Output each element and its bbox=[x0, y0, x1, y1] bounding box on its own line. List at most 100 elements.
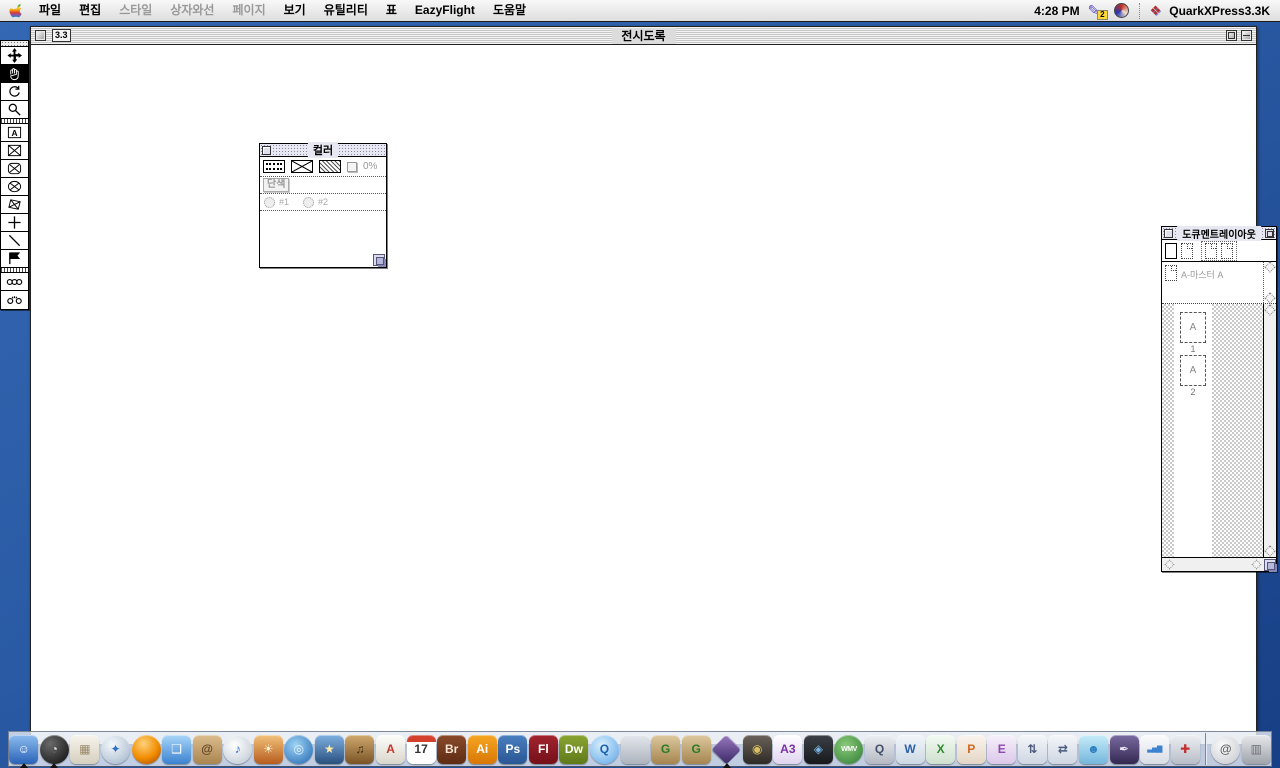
shade-popup-icon[interactable] bbox=[347, 162, 357, 172]
dock-item-adobe-dreamweaver[interactable]: Dw bbox=[559, 732, 589, 766]
item-tool[interactable] bbox=[1, 47, 28, 65]
input-method-menu[interactable]: ✎ 2 bbox=[1088, 2, 1106, 20]
dock-item-ms-excel[interactable]: X bbox=[926, 732, 956, 766]
dock-item-idvd[interactable]: ◎ bbox=[284, 732, 314, 766]
dock-item-messenger[interactable]: ☻ bbox=[1079, 732, 1109, 766]
frame-color-icon[interactable] bbox=[263, 160, 285, 173]
dock-item-a3-app[interactable]: A3 bbox=[773, 732, 803, 766]
dock-item-address-book[interactable]: @ bbox=[192, 732, 222, 766]
dock-item-ms-powerpoint[interactable]: P bbox=[956, 732, 986, 766]
rotation-tool[interactable] bbox=[1, 83, 28, 101]
dock-item-adobe-illustrator[interactable]: Ai bbox=[467, 732, 497, 766]
dock-item-dashboard[interactable]: ◔ bbox=[40, 732, 70, 766]
blend-radio-2[interactable] bbox=[303, 197, 314, 208]
dock-item-finder[interactable]: ☺ bbox=[9, 732, 39, 766]
unlinking-tool[interactable] bbox=[1, 291, 28, 309]
dock-item-camera-app[interactable]: ◈ bbox=[804, 732, 834, 766]
dock-item-classic-emulator-1[interactable]: G bbox=[651, 732, 681, 766]
window-title-bar[interactable]: 3.3 전시도록 bbox=[31, 27, 1256, 45]
flag-tool[interactable] bbox=[1, 250, 28, 268]
page-icon-1[interactable]: A bbox=[1180, 312, 1206, 343]
dock-item-trash[interactable]: ▥ bbox=[1241, 732, 1271, 766]
master-a-page-icon[interactable] bbox=[1165, 265, 1177, 281]
color-list[interactable] bbox=[260, 211, 386, 267]
dock-item-ical[interactable]: 17 bbox=[406, 732, 436, 766]
dock-item-classic-emulator-2[interactable]: G bbox=[681, 732, 711, 766]
dock-item-developer-tools[interactable]: ✚ bbox=[1170, 732, 1200, 766]
scroll-down-icon[interactable] bbox=[1264, 292, 1275, 303]
dock-item-mail-stamp[interactable]: @ bbox=[1211, 732, 1241, 766]
dock-item-preview[interactable]: ▦ bbox=[70, 732, 100, 766]
dock-item-wmv-player[interactable]: WMV bbox=[834, 732, 864, 766]
dock-item-iphoto[interactable]: ☀ bbox=[254, 732, 284, 766]
dock-item-itunes[interactable]: ♪ bbox=[223, 732, 253, 766]
dock-item-file-converter-2[interactable]: ⇄ bbox=[1048, 732, 1078, 766]
close-box[interactable] bbox=[35, 30, 46, 41]
menu-item-5[interactable]: 보기 bbox=[275, 0, 315, 21]
scroll-left-icon[interactable] bbox=[1165, 560, 1175, 570]
blank-facing-page-icon[interactable] bbox=[1181, 243, 1193, 259]
active-app-menu[interactable]: QuarkXPress3.3K bbox=[1169, 4, 1270, 18]
scroll-up-icon[interactable] bbox=[1264, 304, 1275, 315]
linking-tool[interactable] bbox=[1, 273, 28, 291]
background-color-icon[interactable] bbox=[319, 160, 341, 173]
scroll-right-icon[interactable] bbox=[1252, 560, 1262, 570]
polygon-picture-box-tool[interactable] bbox=[1, 196, 28, 214]
rect-picture-box-tool[interactable] bbox=[1, 142, 28, 160]
dock-item-ichat[interactable]: ❑ bbox=[162, 732, 192, 766]
oval-picture-box-tool[interactable] bbox=[1, 178, 28, 196]
dock-item-quicktime[interactable]: Q bbox=[590, 732, 620, 766]
dock-item-adobe-photoshop[interactable]: Ps bbox=[498, 732, 528, 766]
master-a-name[interactable]: A-마스터 A bbox=[1181, 268, 1223, 281]
dock-item-chart-app[interactable]: ▃▅▇ bbox=[1140, 732, 1170, 766]
dock-item-film-reel-app[interactable]: ◉ bbox=[743, 732, 773, 766]
menu-item-6[interactable]: 유틸리티 bbox=[315, 0, 377, 21]
collapse-box[interactable] bbox=[1241, 30, 1252, 41]
content-tool[interactable] bbox=[1, 65, 28, 83]
diagonal-line-tool[interactable] bbox=[1, 232, 28, 250]
zoom-tool[interactable] bbox=[1, 101, 28, 119]
menu-item-1[interactable]: 편집 bbox=[70, 0, 110, 21]
menu-item-9[interactable]: 도움말 bbox=[484, 0, 535, 21]
dock-item-file-converter-1[interactable]: ⇅ bbox=[1018, 732, 1048, 766]
dock-item-emulator-diamond[interactable] bbox=[712, 732, 742, 766]
layout-zoom-box[interactable] bbox=[1265, 229, 1274, 238]
application-switcher-icon[interactable] bbox=[1114, 3, 1129, 18]
dock-item-ink-app[interactable]: ✒ bbox=[1109, 732, 1139, 766]
zoom-box[interactable] bbox=[1226, 30, 1237, 41]
dock-item-safari[interactable]: ✦ bbox=[101, 732, 131, 766]
layout-close-box[interactable] bbox=[1164, 229, 1173, 238]
scroll-down-icon[interactable] bbox=[1264, 545, 1275, 556]
menu-item-7[interactable]: 표 bbox=[377, 0, 406, 21]
dock-item-apple-gray-app[interactable] bbox=[620, 732, 650, 766]
dock-item-garageband[interactable]: ♫ bbox=[345, 732, 375, 766]
layout-palette-title-bar[interactable]: 도큐멘트레이아웃 bbox=[1162, 227, 1276, 240]
menu-clock[interactable]: 4:28 PM bbox=[1034, 4, 1079, 18]
master-page-icon-2[interactable] bbox=[1221, 243, 1233, 259]
page-icon-2[interactable]: A bbox=[1180, 355, 1206, 386]
colors-resize-grip[interactable] bbox=[373, 254, 385, 266]
textbox-tool[interactable]: A bbox=[1, 124, 28, 142]
colors-close-box[interactable] bbox=[262, 146, 271, 155]
dock-item-ms-entourage[interactable]: E bbox=[987, 732, 1017, 766]
dock-item-quarkxpress[interactable]: Q bbox=[865, 732, 895, 766]
blank-page-icon[interactable] bbox=[1165, 243, 1177, 259]
contents-color-icon[interactable] bbox=[291, 160, 313, 173]
apple-menu[interactable] bbox=[0, 3, 30, 18]
dock-item-adobe-bridge[interactable]: Br bbox=[437, 732, 467, 766]
orthogonal-line-tool[interactable] bbox=[1, 214, 28, 232]
colors-palette-title-bar[interactable]: 컬러 bbox=[260, 144, 386, 157]
master-page-icon-1[interactable] bbox=[1205, 243, 1217, 259]
dock-item-imovie[interactable]: ★ bbox=[315, 732, 345, 766]
layout-resize-grip[interactable] bbox=[1264, 559, 1276, 571]
dock-item-ms-word[interactable]: W bbox=[895, 732, 925, 766]
menu-item-8[interactable]: EazyFlight bbox=[406, 0, 484, 21]
dock-item-draw-app[interactable]: A bbox=[376, 732, 406, 766]
menu-item-0[interactable]: 파일 bbox=[30, 0, 70, 21]
dock-item-firefox[interactable] bbox=[131, 732, 161, 766]
document-canvas[interactable] bbox=[31, 45, 1256, 744]
dock-item-adobe-flash[interactable]: Fl bbox=[529, 732, 559, 766]
solid-blend-button[interactable]: 단색 bbox=[263, 178, 289, 192]
rounded-picture-box-tool[interactable] bbox=[1, 160, 28, 178]
blend-radio-1[interactable] bbox=[264, 197, 275, 208]
